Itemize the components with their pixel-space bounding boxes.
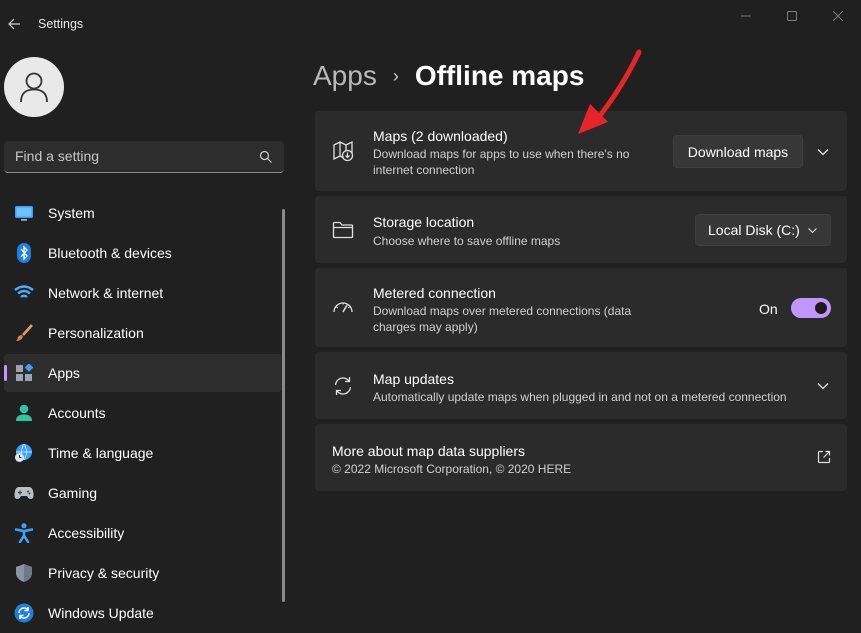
maps-title: Maps (2 downloaded)	[373, 128, 508, 144]
download-maps-button[interactable]: Download maps	[673, 135, 803, 168]
map-data-suppliers-card[interactable]: More about map data suppliers © 2022 Mic…	[315, 424, 847, 491]
title-bar: Settings	[0, 0, 861, 48]
sidebar-item-privacy[interactable]: Privacy & security	[4, 554, 282, 592]
back-arrow-icon	[8, 18, 20, 30]
storage-location-dropdown[interactable]: Local Disk (C:)	[695, 214, 831, 246]
metered-description-line: Download maps over metered connections (…	[373, 304, 632, 318]
breadcrumb-parent-link[interactable]: Apps	[313, 60, 377, 92]
storage-location-card: Storage location Choose where to save of…	[315, 196, 847, 263]
sidebar-item-gaming[interactable]: Gaming	[4, 474, 282, 512]
app-title: Settings	[38, 17, 84, 31]
sidebar-item-system[interactable]: System	[4, 194, 282, 232]
metered-description-line: charges may apply)	[373, 320, 478, 334]
apps-icon	[14, 363, 34, 383]
back-button[interactable]	[4, 12, 24, 36]
update-icon	[14, 603, 34, 623]
sidebar-item-network[interactable]: Network & internet	[4, 274, 282, 312]
map-data-suppliers-title: More about map data suppliers	[332, 443, 525, 459]
bluetooth-icon	[14, 243, 34, 263]
sidebar-item-personalization[interactable]: Personalization	[4, 314, 282, 352]
search-box[interactable]	[4, 141, 284, 173]
annotation-arrow	[578, 49, 642, 134]
map-download-icon	[332, 140, 354, 162]
sidebar-item-windows-update[interactable]: Windows Update	[4, 594, 282, 632]
sidebar-item-label: Personalization	[48, 325, 144, 341]
sidebar-item-label: Network & internet	[48, 285, 164, 301]
sidebar-item-accessibility[interactable]: Accessibility	[4, 514, 282, 552]
map-updates-title: Map updates	[373, 371, 454, 387]
maps-description-line: Download maps for apps to use when there…	[373, 147, 630, 161]
window-controls	[723, 0, 861, 32]
sidebar-item-label: Time & language	[48, 445, 154, 461]
avatar[interactable]	[4, 57, 64, 117]
sidebar-item-label: Accessibility	[48, 525, 125, 541]
sidebar-item-label: Windows Update	[48, 605, 154, 621]
sidebar-item-label: Bluetooth & devices	[48, 245, 172, 261]
breadcrumb-separator: ›	[392, 65, 399, 86]
open-external-icon[interactable]	[817, 450, 831, 464]
gauge-icon	[332, 296, 354, 318]
maps-description: Download maps for apps to use when there…	[373, 146, 629, 178]
page-title: Offline maps	[414, 60, 585, 91]
person-icon	[14, 403, 34, 423]
metered-connection-card: Metered connection Download maps over me…	[315, 268, 847, 347]
sidebar-item-label: Privacy & security	[48, 565, 160, 581]
metered-connection-title: Metered connection	[373, 285, 496, 301]
metered-connection-toggle[interactable]	[791, 298, 831, 318]
sync-icon	[332, 375, 354, 397]
sidebar-item-apps[interactable]: Apps	[4, 354, 282, 392]
shield-icon	[14, 563, 34, 583]
gamepad-icon	[14, 483, 34, 503]
toggle-knob	[815, 302, 827, 314]
sidebar-item-time-language[interactable]: Time & language	[4, 434, 282, 472]
storage-location-title: Storage location	[373, 214, 475, 230]
sidebar-item-label: System	[48, 205, 95, 221]
search-input[interactable]	[4, 141, 254, 171]
close-button[interactable]	[815, 0, 861, 32]
map-data-copyright: © 2022 Microsoft Corporation, © 2020 HER…	[332, 462, 572, 476]
sidebar-item-label: Gaming	[48, 485, 98, 501]
monitor-icon	[14, 203, 34, 223]
map-updates-description: Automatically update maps when plugged i…	[373, 390, 787, 404]
breadcrumb: Apps › Offline maps	[313, 58, 584, 94]
chevron-down-icon[interactable]	[816, 379, 830, 393]
sidebar-item-label: Accounts	[48, 405, 106, 421]
close-icon	[833, 11, 843, 21]
search-icon[interactable]	[259, 150, 273, 164]
storage-location-selected: Local Disk (C:)	[708, 222, 800, 238]
user-icon	[20, 72, 48, 103]
sidebar-item-accounts[interactable]: Accounts	[4, 394, 282, 432]
sidebar-item-label: Apps	[48, 365, 80, 381]
minimize-icon	[741, 15, 751, 17]
wifi-icon	[14, 283, 34, 303]
maximize-icon	[787, 11, 797, 21]
accessibility-icon	[14, 523, 34, 543]
clock-globe-icon	[14, 443, 34, 463]
folder-icon	[332, 219, 354, 241]
sidebar-item-bluetooth[interactable]: Bluetooth & devices	[4, 234, 282, 272]
storage-location-description: Choose where to save offline maps	[373, 234, 561, 248]
maps-description-line: internet connection	[373, 163, 475, 177]
maximize-button[interactable]	[769, 0, 815, 32]
sidebar-nav: System Bluetooth & devices Network & int…	[4, 194, 282, 633]
metered-connection-description: Download maps over metered connections (…	[373, 303, 631, 335]
chevron-down-icon	[808, 228, 817, 234]
chevron-down-icon[interactable]	[816, 145, 830, 159]
sidebar-scrollbar[interactable]	[282, 209, 285, 602]
map-updates-card[interactable]: Map updates Automatically update maps wh…	[315, 352, 847, 419]
brush-icon	[14, 323, 34, 343]
metered-toggle-label: On	[759, 301, 778, 317]
minimize-button[interactable]	[723, 0, 769, 32]
